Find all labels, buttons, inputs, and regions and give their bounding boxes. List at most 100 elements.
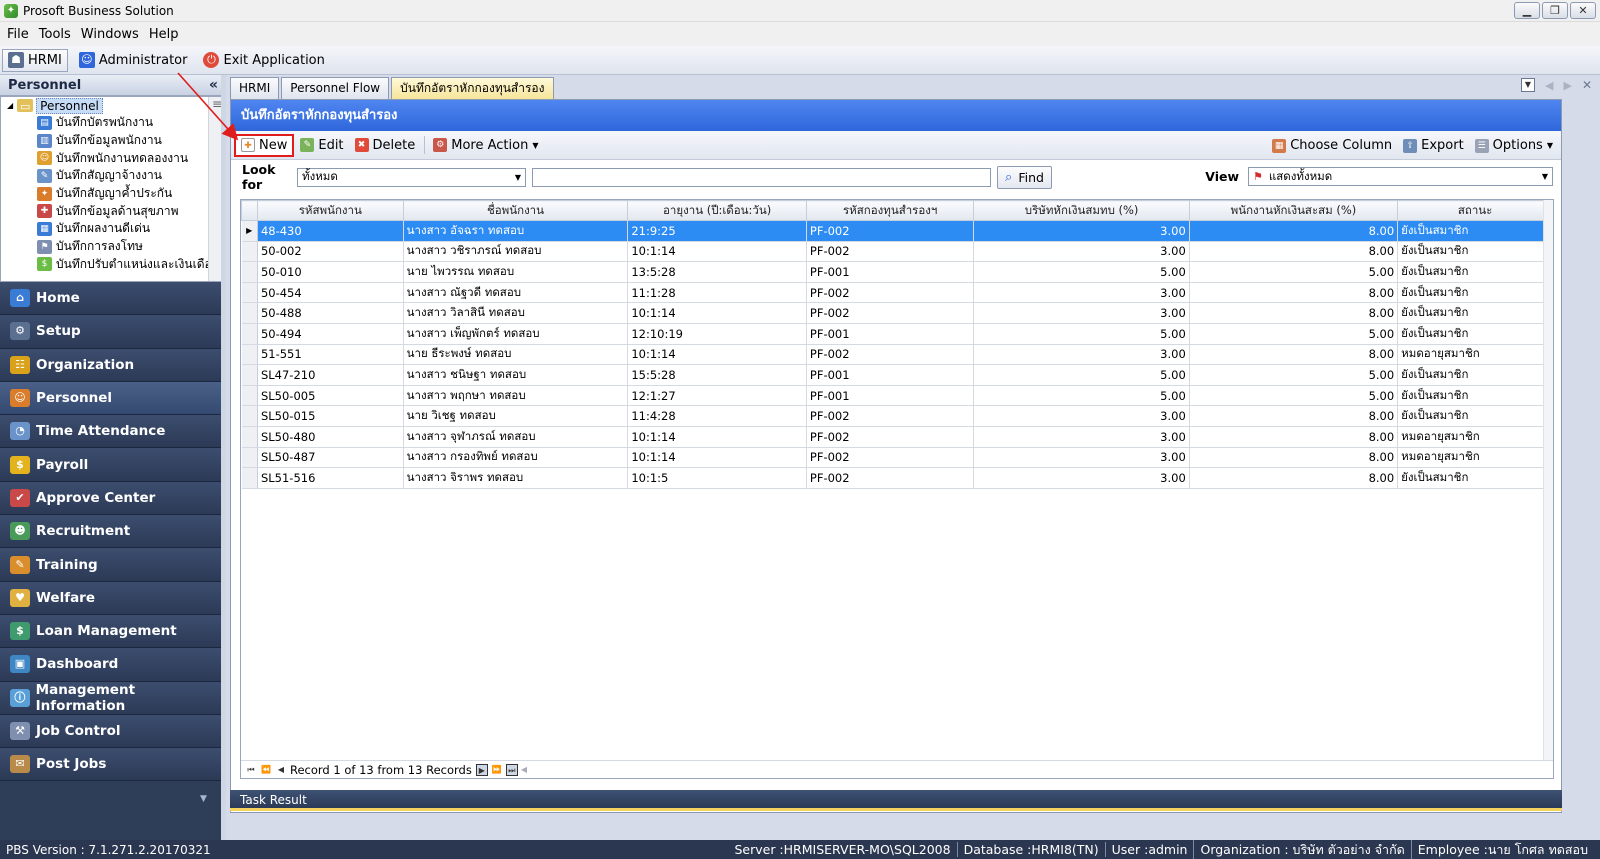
table-cell[interactable]: ยังเป็นสมาชิก [1397, 405, 1553, 427]
table-cell[interactable]: 48-430 [257, 220, 404, 242]
table-cell[interactable]: นาย วิเชฐ ทดสอบ [403, 405, 629, 427]
table-cell[interactable]: PF-002 [806, 282, 975, 304]
table-cell[interactable]: 8.00 [1189, 426, 1399, 448]
delete-button[interactable]: ✖ Delete [350, 134, 421, 157]
table-cell[interactable]: PF-002 [806, 405, 975, 427]
table-row[interactable]: 51-551 นาย ธีระพงษ์ ทดสอบ 10:1:14 PF-002 3.0… [241, 344, 1553, 366]
table-cell[interactable]: ยังเป็นสมาชิก [1397, 282, 1553, 304]
row-indicator[interactable] [241, 467, 258, 489]
hrmi-button[interactable]: ☗ HRMI [2, 48, 68, 72]
table-cell[interactable]: 5.00 [1189, 385, 1399, 407]
tab-scroll-left-icon[interactable]: ◀ [1545, 79, 1553, 92]
table-cell[interactable]: 3.00 [973, 302, 1190, 324]
table-cell[interactable]: 8.00 [1189, 467, 1399, 489]
column-header[interactable]: สถานะ [1397, 200, 1553, 221]
table-cell[interactable]: PF-002 [806, 344, 975, 366]
table-cell[interactable]: นางสาว เพ็ญพักตร์ ทดสอบ [403, 323, 629, 345]
table-row[interactable]: SL50-015 นาย วิเชฐ ทดสอบ 11:4:28 PF-002 3.00… [241, 405, 1553, 427]
column-header[interactable]: อายุงาน (ปี:เดือน:วัน) [627, 200, 807, 221]
table-cell[interactable]: 10:1:5 [627, 467, 807, 489]
horizontal-scroll-left-icon[interactable]: ◀ [521, 765, 527, 774]
table-cell[interactable]: ยังเป็นสมาชิก [1397, 220, 1553, 242]
export-button[interactable]: ⇪ Export [1398, 134, 1469, 157]
table-cell[interactable]: 50-488 [257, 302, 404, 324]
table-cell[interactable]: ยังเป็นสมาชิก [1397, 261, 1553, 283]
menu-help[interactable]: Help [144, 27, 184, 42]
table-row[interactable]: SL50-487 นางสาว กรองทิพย์ ทดสอบ 10:1:14 PF-… [241, 447, 1553, 469]
table-cell[interactable]: 3.00 [973, 241, 1190, 263]
nav-item-job-control[interactable]: ⚒ Job Control [0, 714, 226, 749]
row-indicator[interactable] [241, 282, 258, 304]
table-cell[interactable]: PF-002 [806, 241, 975, 263]
tree-item[interactable]: ✎ บันทึกสัญญาจ้างงาน [37, 167, 225, 185]
table-cell[interactable]: นางสาว ชนิษฐา ทดสอบ [403, 364, 629, 386]
row-indicator[interactable] [241, 426, 258, 448]
expand-collapse-icon[interactable]: ◢ [7, 101, 13, 110]
table-cell[interactable]: PF-001 [806, 364, 975, 386]
table-cell[interactable]: 51-551 [257, 344, 404, 366]
table-row[interactable]: 50-494 นางสาว เพ็ญพักตร์ ทดสอบ 12:10:19 PF-… [241, 323, 1553, 345]
menu-tools[interactable]: Tools [34, 27, 76, 42]
column-header[interactable]: พนักงานหักเงินสะสม (%) [1188, 200, 1399, 221]
table-cell[interactable]: PF-002 [806, 426, 975, 448]
table-cell[interactable]: 11:1:28 [627, 282, 807, 304]
table-cell[interactable]: 10:1:14 [627, 241, 807, 263]
row-indicator[interactable] [241, 323, 258, 345]
table-cell[interactable]: นางสาว พฤกษา ทดสอบ [403, 385, 629, 407]
look-for-dropdown[interactable]: ทั้งหมด ▼ [297, 167, 526, 187]
row-indicator[interactable] [241, 385, 258, 407]
edit-button[interactable]: ✎ Edit [295, 134, 348, 157]
table-cell[interactable]: SL50-015 [257, 405, 404, 427]
tab[interactable]: HRMI [230, 77, 280, 99]
table-cell[interactable]: ยังเป็นสมาชิก [1397, 364, 1553, 386]
more-modules-icon[interactable]: ▼ [200, 794, 207, 804]
task-result-panel[interactable]: Task Result [230, 790, 1562, 811]
column-header[interactable]: รหัสพนักงาน [256, 200, 404, 221]
table-cell[interactable]: ยังเป็นสมาชิก [1397, 302, 1553, 324]
table-cell[interactable]: 5.00 [1189, 364, 1399, 386]
table-cell[interactable]: นางสาว อัจฉรา ทดสอบ [403, 220, 629, 242]
nav-item-training[interactable]: ✎ Training [0, 548, 226, 582]
table-cell[interactable]: 50-010 [257, 261, 404, 283]
tab-scroll-right-icon[interactable]: ▶ [1563, 79, 1571, 92]
previous-record-icon[interactable]: ◀ [275, 764, 287, 776]
table-row[interactable]: SL50-480 นางสาว จุฬาภรณ์ ทดสอบ 10:1:14 PF-0… [241, 426, 1553, 448]
row-indicator[interactable] [241, 302, 258, 324]
row-indicator[interactable] [241, 364, 258, 386]
tab-list-dropdown-icon[interactable]: ▼ [1521, 78, 1535, 92]
table-cell[interactable]: 11:4:28 [627, 405, 807, 427]
grid-vertical-scrollbar[interactable] [1543, 200, 1553, 760]
table-cell[interactable]: SL50-005 [257, 385, 404, 407]
administrator-button[interactable]: ☺ Administrator [74, 49, 193, 72]
nav-item-management-information[interactable]: ⓘ Management Information [0, 681, 226, 715]
table-row[interactable]: 50-488 นางสาว วิลาสินี ทดสอบ 10:1:14 PF-002… [241, 302, 1553, 324]
table-cell[interactable]: 3.00 [973, 405, 1190, 427]
row-indicator[interactable] [241, 261, 258, 283]
tree-item[interactable]: ▦ บันทึกผลงานดีเด่น [37, 220, 225, 238]
table-cell[interactable]: 3.00 [973, 467, 1190, 489]
panel-splitter[interactable] [221, 75, 226, 840]
column-header[interactable]: รหัสกองทุนสำรองฯ [805, 200, 975, 221]
table-cell[interactable]: 5.00 [1189, 323, 1399, 345]
tab[interactable]: Personnel Flow [281, 77, 390, 99]
table-row[interactable]: SL47-210 นางสาว ชนิษฐา ทดสอบ 15:5:28 PF-001… [241, 364, 1553, 386]
table-row[interactable]: 50-454 นางสาว ณัฐวดี ทดสอบ 11:1:28 PF-002 3.… [241, 282, 1553, 304]
next-page-icon[interactable]: ⏩ [491, 764, 503, 776]
table-cell[interactable]: PF-001 [806, 323, 975, 345]
table-cell[interactable]: SL50-487 [257, 447, 404, 469]
table-cell[interactable]: นาย ไพวรรณ ทดสอบ [403, 261, 629, 283]
tree-item[interactable]: ✚ บันทึกข้อมูลด้านสุขภาพ [37, 202, 225, 220]
row-indicator[interactable] [241, 241, 258, 263]
table-cell[interactable]: 10:1:14 [627, 426, 807, 448]
table-row[interactable]: SL51-516 นางสาว จิราพร ทดสอบ 10:1:5 PF-002 3… [241, 467, 1553, 489]
table-cell[interactable]: 3.00 [973, 282, 1190, 304]
table-cell[interactable]: 3.00 [973, 220, 1190, 242]
table-cell[interactable]: ยังเป็นสมาชิก [1397, 385, 1553, 407]
next-record-icon[interactable]: ▶ [475, 763, 488, 776]
table-cell[interactable]: SL50-480 [257, 426, 404, 448]
table-cell[interactable]: 10:1:14 [627, 344, 807, 366]
find-button[interactable]: ⌕ Find [997, 165, 1052, 189]
restore-button[interactable]: ❐ [1542, 2, 1568, 19]
search-input[interactable] [532, 167, 991, 187]
table-cell[interactable]: 8.00 [1189, 282, 1399, 304]
